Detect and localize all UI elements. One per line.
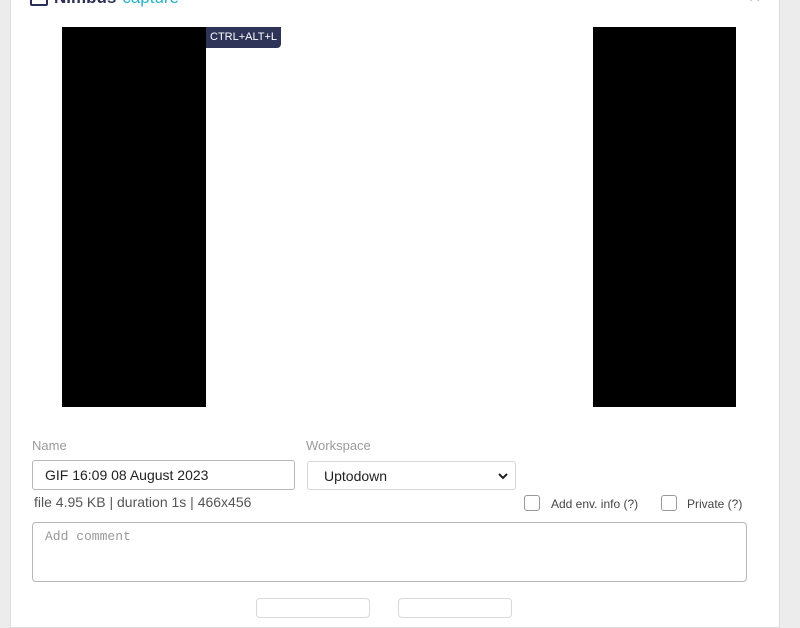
- file-info: file 4.95 KB | duration 1s | 466x456: [34, 494, 252, 510]
- brand-name-part2: capture: [122, 0, 179, 8]
- hotkey-badge: CTRL+ALT+L: [206, 27, 282, 48]
- name-input[interactable]: [32, 460, 295, 490]
- captured-frame: [206, 27, 593, 407]
- nimbus-logo-icon: [30, 0, 48, 6]
- chevron-down-icon: [498, 473, 508, 480]
- footer-button-right[interactable]: [398, 598, 512, 618]
- footer-button-left[interactable]: [256, 598, 370, 618]
- add-env-info-label[interactable]: Add env. info (?): [551, 497, 638, 511]
- name-label: Name: [32, 438, 67, 453]
- workspace-selected-value: Uptodown: [324, 467, 388, 484]
- workspace-label: Workspace: [306, 438, 371, 453]
- workspace-select[interactable]: Uptodown: [307, 461, 516, 490]
- video-preview: CTRL+ALT+L: [62, 27, 736, 407]
- private-checkbox[interactable]: [661, 495, 677, 511]
- brand-name-part1: Nimbus: [54, 0, 116, 8]
- comment-textarea[interactable]: [32, 522, 747, 582]
- app-logo: Nimbus capture: [30, 0, 179, 8]
- private-label[interactable]: Private (?): [687, 497, 742, 511]
- add-env-info-checkbox[interactable]: [524, 495, 540, 511]
- close-icon[interactable]: ✕: [748, 0, 761, 6]
